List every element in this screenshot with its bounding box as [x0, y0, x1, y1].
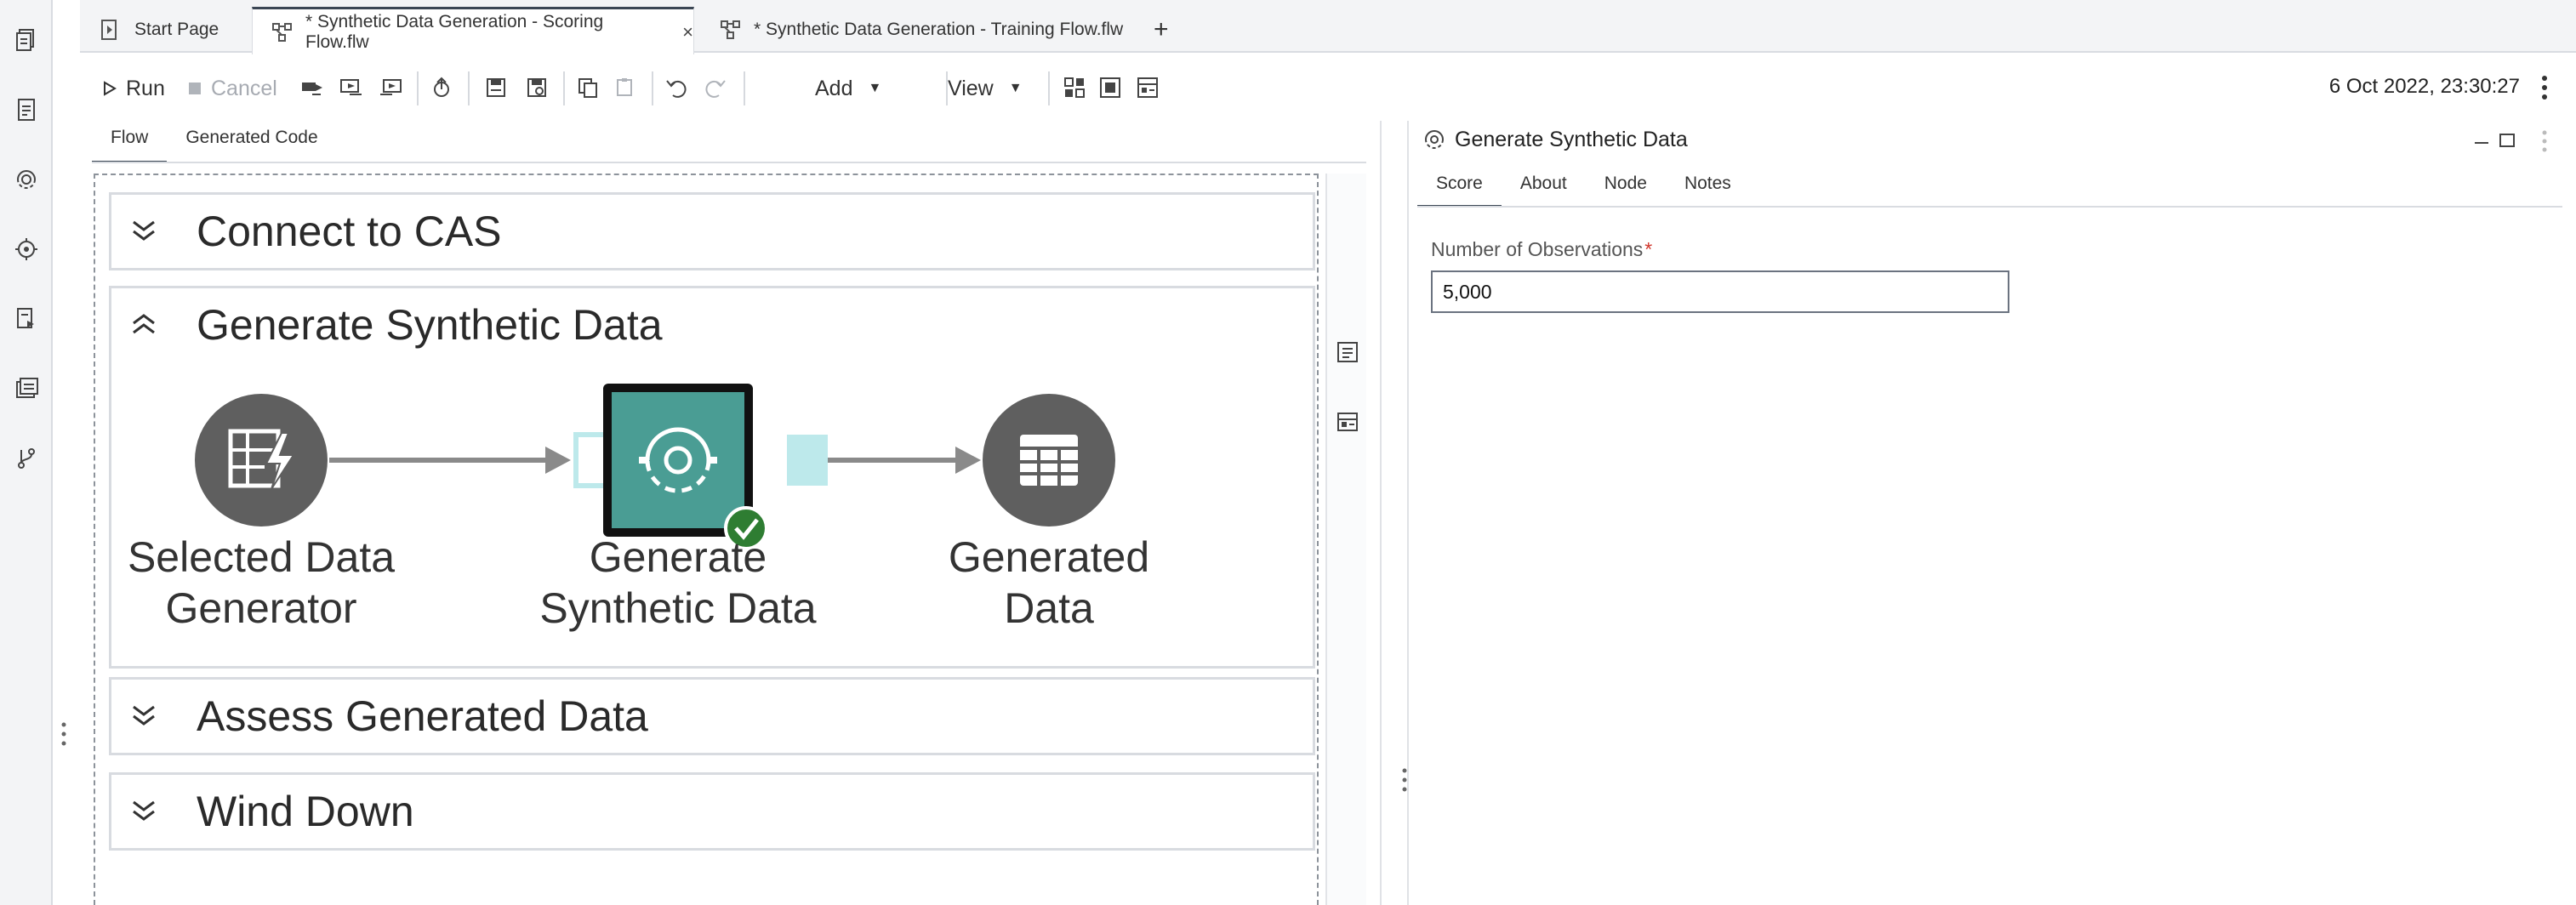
tab-generated-code[interactable]: Generated Code	[167, 121, 336, 163]
overview-icon[interactable]	[1336, 340, 1359, 364]
flow-canvas[interactable]: Connect to CAS Generate Synthetic Data S…	[94, 174, 1319, 905]
caret-down-icon: ▼	[1008, 81, 1023, 95]
flow-pane: Flow Generated Code Connect to CAS Gener…	[80, 121, 1366, 905]
output-port	[787, 435, 828, 486]
number-of-observations-input[interactable]	[1431, 270, 2009, 313]
more-options-icon[interactable]	[2539, 73, 2550, 102]
redo-icon[interactable]	[703, 75, 728, 100]
flow-subtabs: Flow Generated Code	[92, 121, 337, 163]
node-label-generated-data: Generated Data	[948, 533, 1150, 632]
cancel-button[interactable]: Cancel	[187, 73, 277, 104]
chevron-double-down-icon[interactable]	[130, 217, 157, 244]
swimlane-generate-synthetic-data[interactable]: Generate Synthetic Data Selected Data Ge…	[109, 286, 1315, 669]
swimlane-assess-generated-data[interactable]: Assess Generated Data	[109, 677, 1315, 755]
libraries-icon[interactable]	[12, 374, 41, 403]
tab-about[interactable]: About	[1502, 167, 1586, 208]
flow-icon	[720, 19, 742, 41]
observations-label: Number of Observations*	[1431, 238, 1653, 260]
git-branch-icon[interactable]	[12, 444, 41, 473]
undo-icon[interactable]	[664, 75, 689, 100]
tab-flow[interactable]: Flow	[92, 121, 168, 163]
tab-score[interactable]: Score	[1417, 167, 1502, 208]
copy-icon[interactable]	[575, 75, 601, 100]
tab-scoring-flow[interactable]: * Synthetic Data Generation - Scoring Fl…	[252, 7, 694, 54]
node-generated-data[interactable]	[983, 394, 1115, 526]
tab-node[interactable]: Node	[1586, 167, 1666, 208]
more-options-icon[interactable]	[2540, 129, 2549, 153]
cancel-label: Cancel	[211, 76, 277, 100]
arrange-icon[interactable]	[1062, 75, 1087, 100]
flow-icon	[271, 21, 294, 43]
maximize-icon[interactable]	[2498, 131, 2516, 150]
caret-down-icon: ▼	[868, 81, 882, 95]
tab-label: * Synthetic Data Generation - Training F…	[754, 20, 1124, 39]
properties-title: Generate Synthetic Data	[1455, 128, 1688, 151]
swimlane-wind-down[interactable]: Wind Down	[109, 772, 1315, 851]
target-icon[interactable]	[12, 235, 41, 264]
run-button[interactable]: Run	[102, 73, 165, 104]
node-properties-pane: Generate Synthetic Data Score About Node…	[1412, 121, 2576, 905]
view-menu-button[interactable]: View ▼	[948, 73, 1023, 104]
view-label: View	[948, 76, 994, 100]
node-selected-data-generator[interactable]	[195, 394, 328, 526]
fit-icon[interactable]	[1097, 75, 1123, 100]
tab-training-flow[interactable]: * Synthetic Data Generation - Training F…	[720, 7, 1123, 53]
run-label: Run	[126, 76, 165, 100]
node-list-icon[interactable]	[1336, 410, 1359, 434]
score-icon	[1425, 130, 1444, 149]
flow-toolbar: Run Cancel Add ▼ View ▼ 6 Oct 2022, 23:3…	[80, 54, 2576, 121]
tab-notes[interactable]: Notes	[1666, 167, 1750, 208]
pane-resize-handle[interactable]	[1400, 766, 1409, 794]
new-tab-button[interactable]: +	[1154, 7, 1169, 53]
file-tab-bar: Start Page * Synthetic Data Generation -…	[80, 0, 2576, 54]
chevron-double-down-icon[interactable]	[130, 797, 157, 824]
arrow-head	[545, 447, 571, 474]
timestamp: 6 Oct 2022, 23:30:27	[2328, 75, 2520, 98]
table-icon	[1020, 435, 1078, 486]
tab-label: Start Page	[134, 20, 219, 39]
properties-tabs: Score About Node Notes	[1417, 167, 1750, 208]
swimlane-title: Connect to CAS	[197, 208, 502, 255]
chevron-double-down-icon[interactable]	[130, 702, 157, 729]
save-icon[interactable]	[483, 75, 509, 100]
minimize-icon[interactable]	[2472, 131, 2491, 150]
documents-icon[interactable]	[12, 26, 41, 54]
add-label: Add	[815, 76, 853, 100]
run-node-icon[interactable]	[299, 75, 325, 100]
swimlane-title: Assess Generated Data	[197, 692, 648, 740]
close-icon[interactable]: ×	[682, 21, 693, 43]
file-icon[interactable]	[12, 95, 41, 124]
run-to-node-icon[interactable]	[378, 75, 403, 100]
node-label-selected-data-generator: Selected Data Generator	[127, 533, 396, 632]
node-label-generate-synthetic-data: Generate Synthetic Data	[539, 533, 817, 632]
arrow-head	[955, 447, 981, 474]
add-menu-button[interactable]: Add ▼	[815, 73, 881, 104]
save-as-icon[interactable]	[524, 75, 550, 100]
node-generate-synthetic-data[interactable]	[573, 384, 828, 550]
layout-icon[interactable]	[1135, 75, 1160, 100]
rail-resize-handle[interactable]	[60, 720, 68, 748]
run-from-node-icon[interactable]	[339, 75, 364, 100]
tab-label: * Synthetic Data Generation - Scoring Fl…	[305, 11, 604, 52]
job-icon[interactable]	[12, 305, 41, 333]
paste-icon[interactable]	[613, 75, 638, 100]
upload-icon[interactable]	[429, 75, 454, 100]
start-page-icon	[100, 19, 123, 41]
tab-start-page[interactable]: Start Page	[100, 7, 219, 53]
play-icon	[104, 81, 117, 96]
stop-icon	[189, 83, 201, 94]
canvas-side-toolbar	[1325, 174, 1366, 905]
model-icon[interactable]	[12, 165, 41, 194]
required-marker: *	[1644, 238, 1653, 260]
left-nav-rail	[0, 0, 53, 905]
swimlane-title: Wind Down	[197, 788, 414, 835]
swimlane-connect-to-cas[interactable]: Connect to CAS	[109, 192, 1315, 270]
